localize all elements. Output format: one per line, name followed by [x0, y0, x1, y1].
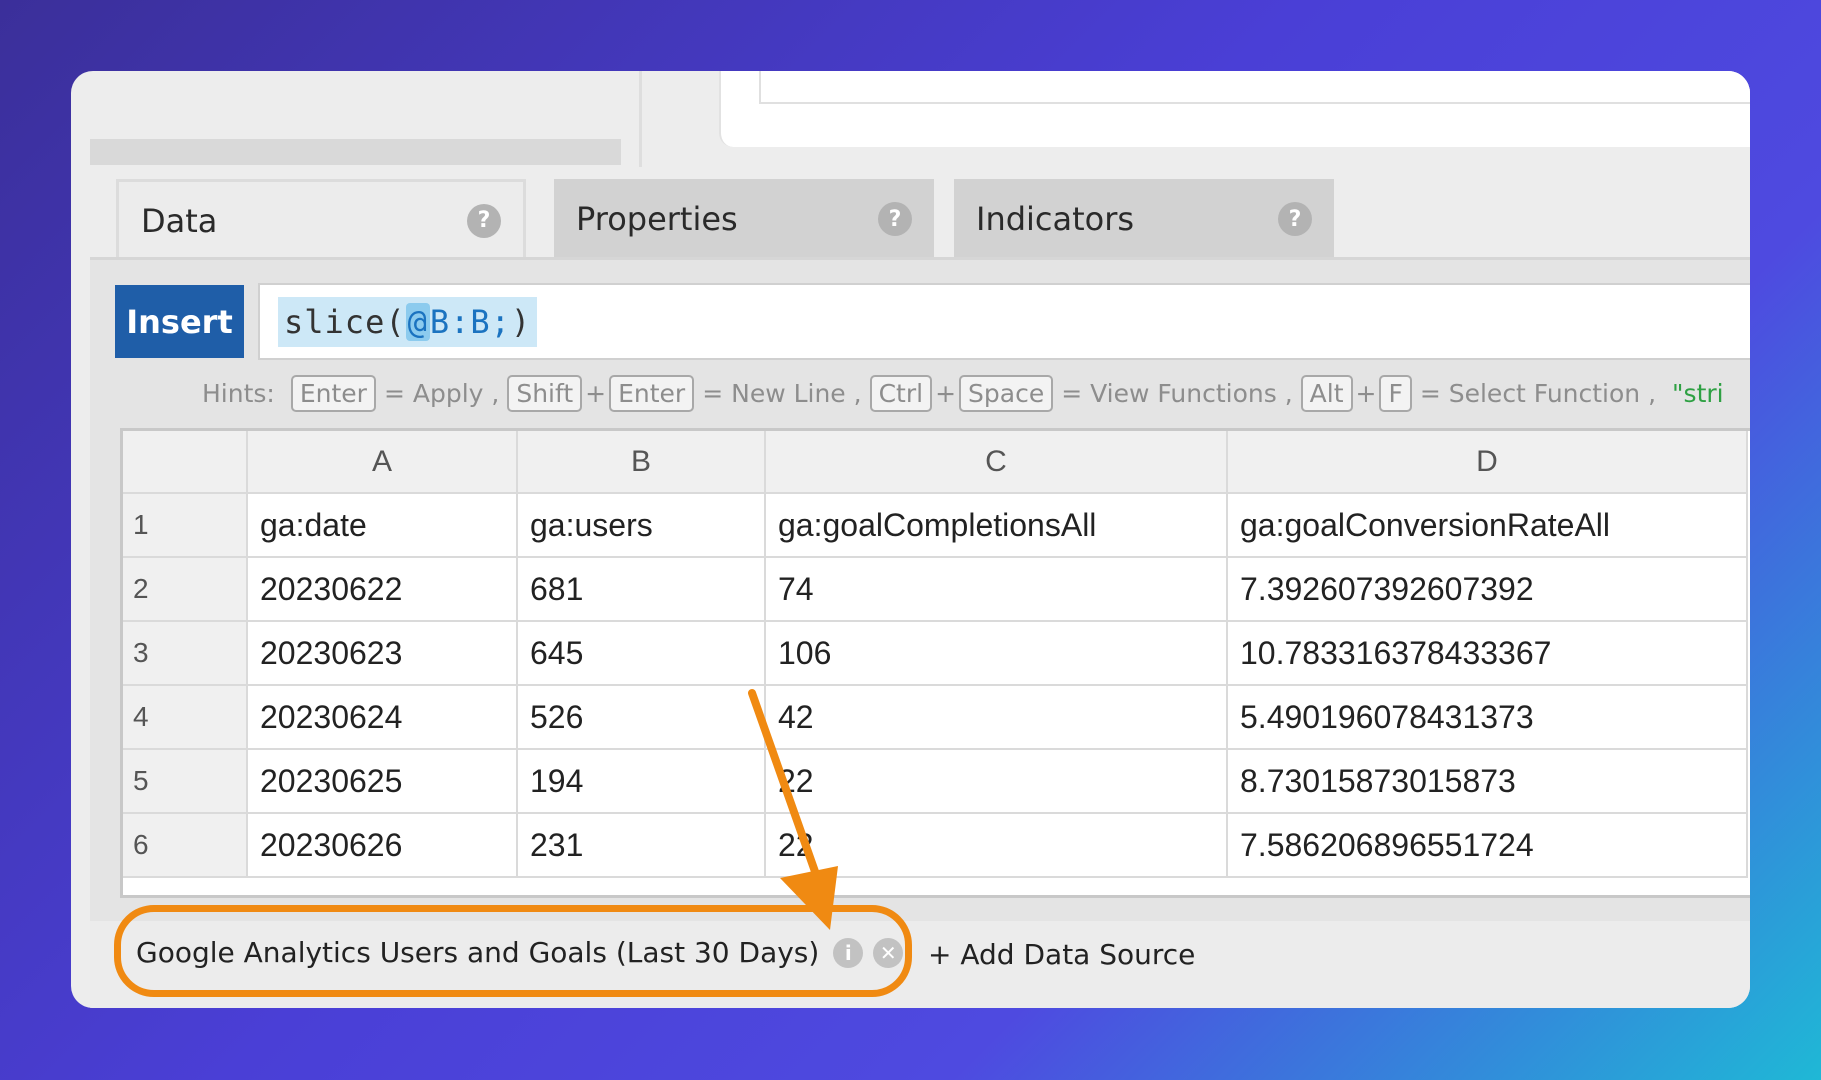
key-shift: Shift: [507, 374, 583, 412]
data-source-name: Google Analytics Users and Goals (Last 3…: [136, 936, 820, 969]
tab-indicators-label: Indicators: [976, 200, 1135, 238]
table-cell[interactable]: 645: [517, 621, 766, 686]
row-number[interactable]: 6: [123, 813, 248, 878]
table-cell[interactable]: ga:goalCompletionsAll: [765, 493, 1228, 558]
tab-properties-label: Properties: [576, 200, 738, 238]
app-window: Data ? Properties ? Indicators ? Insert …: [71, 71, 1750, 1008]
key-enter: Enter: [609, 374, 695, 412]
key-alt: Alt: [1300, 374, 1353, 412]
table-cell[interactable]: 74: [765, 557, 1228, 622]
table-cell[interactable]: 526: [517, 685, 766, 750]
tab-indicators[interactable]: Indicators ?: [954, 179, 1334, 259]
tab-data[interactable]: Data ?: [116, 179, 526, 259]
corner-cell[interactable]: [123, 431, 248, 494]
table-cell[interactable]: ga:date: [247, 493, 518, 558]
help-icon[interactable]: ?: [878, 202, 912, 236]
preview-frame: [759, 71, 1750, 104]
data-source-tab[interactable]: Google Analytics Users and Goals (Last 3…: [136, 936, 904, 969]
table-cell[interactable]: 20230625: [247, 749, 518, 814]
column-header[interactable]: C: [765, 431, 1228, 494]
table-cell[interactable]: ga:users: [517, 493, 766, 558]
row-number[interactable]: 2: [123, 557, 248, 622]
tab-properties[interactable]: Properties ?: [554, 179, 934, 259]
formula-at-token: @: [405, 302, 430, 341]
hint-view-functions: = View Functions ,: [1061, 378, 1293, 408]
hint-new-line: = New Line ,: [702, 378, 862, 408]
formula-function: slice(: [284, 302, 406, 341]
table-cell[interactable]: 231: [517, 813, 766, 878]
formula-input[interactable]: slice(@B:B;): [258, 283, 1750, 360]
table-cell[interactable]: 20230623: [247, 621, 518, 686]
table-cell[interactable]: 20230626: [247, 813, 518, 878]
help-icon[interactable]: ?: [467, 203, 501, 238]
key-ctrl: Ctrl: [869, 374, 933, 412]
table-cell[interactable]: 22: [765, 749, 1228, 814]
hint-string: "stri: [1672, 378, 1724, 408]
help-icon[interactable]: ?: [1278, 202, 1312, 236]
table-cell[interactable]: ga:goalConversionRateAll: [1227, 493, 1748, 558]
table-cell[interactable]: 20230624: [247, 685, 518, 750]
table-cell[interactable]: 7.392607392607392: [1227, 557, 1748, 622]
row-number[interactable]: 3: [123, 621, 248, 686]
panel-divider: [639, 71, 642, 167]
table-cell[interactable]: 20230622: [247, 557, 518, 622]
key-space: Space: [959, 374, 1054, 412]
add-data-source-button[interactable]: + Add Data Source: [928, 938, 1195, 971]
hints-label: Hints:: [202, 378, 275, 408]
table-cell[interactable]: 7.586206896551724: [1227, 813, 1748, 878]
table-cell[interactable]: 8.73015873015873: [1227, 749, 1748, 814]
table-row: 5 20230625 194 22 8.73015873015873: [123, 749, 1748, 814]
keyboard-hints: Hints: Enter = Apply , Shift + Enter = N…: [202, 369, 1750, 417]
column-header[interactable]: A: [247, 431, 518, 494]
data-table: A B C D 1 ga:date ga:users ga:goalComple…: [123, 431, 1748, 878]
table-cell[interactable]: 10.783316378433367: [1227, 621, 1748, 686]
close-icon[interactable]: ✕: [873, 937, 904, 968]
column-header[interactable]: D: [1227, 431, 1748, 494]
table-row: 2 20230622 681 74 7.392607392607392: [123, 557, 1748, 622]
table-cell[interactable]: 106: [765, 621, 1228, 686]
scrollbar-track[interactable]: [90, 139, 621, 165]
table-cell[interactable]: 42: [765, 685, 1228, 750]
table-row: 4 20230624 526 42 5.490196078431373: [123, 685, 1748, 750]
column-header[interactable]: B: [517, 431, 766, 494]
row-number[interactable]: 5: [123, 749, 248, 814]
table-cell[interactable]: 194: [517, 749, 766, 814]
formula-range: B:B;: [429, 302, 511, 341]
formula-text: slice(@B:B;): [278, 296, 538, 347]
key-f: F: [1379, 374, 1412, 412]
row-number[interactable]: 4: [123, 685, 248, 750]
formula-close: ): [510, 302, 532, 341]
table-row: 6 20230626 231 22 7.586206896551724: [123, 813, 1748, 878]
hint-apply: = Apply ,: [383, 378, 500, 408]
table-cell[interactable]: 681: [517, 557, 766, 622]
row-number[interactable]: 1: [123, 493, 248, 558]
table-row: 1 ga:date ga:users ga:goalCompletionsAll…: [123, 493, 1748, 558]
hint-select-function: = Select Function ,: [1419, 378, 1657, 408]
tab-bar: Data ? Properties ? Indicators ?: [116, 179, 1750, 259]
info-icon[interactable]: i: [833, 937, 864, 968]
table-cell[interactable]: 5.490196078431373: [1227, 685, 1748, 750]
tab-data-label: Data: [141, 201, 218, 240]
column-header-row: A B C D: [123, 431, 1748, 494]
insert-button[interactable]: Insert: [115, 285, 244, 358]
table-cell[interactable]: 22: [765, 813, 1228, 878]
spreadsheet-grid[interactable]: A B C D 1 ga:date ga:users ga:goalComple…: [120, 428, 1750, 898]
key-enter: Enter: [290, 374, 376, 412]
table-row: 3 20230623 645 106 10.783316378433367: [123, 621, 1748, 686]
